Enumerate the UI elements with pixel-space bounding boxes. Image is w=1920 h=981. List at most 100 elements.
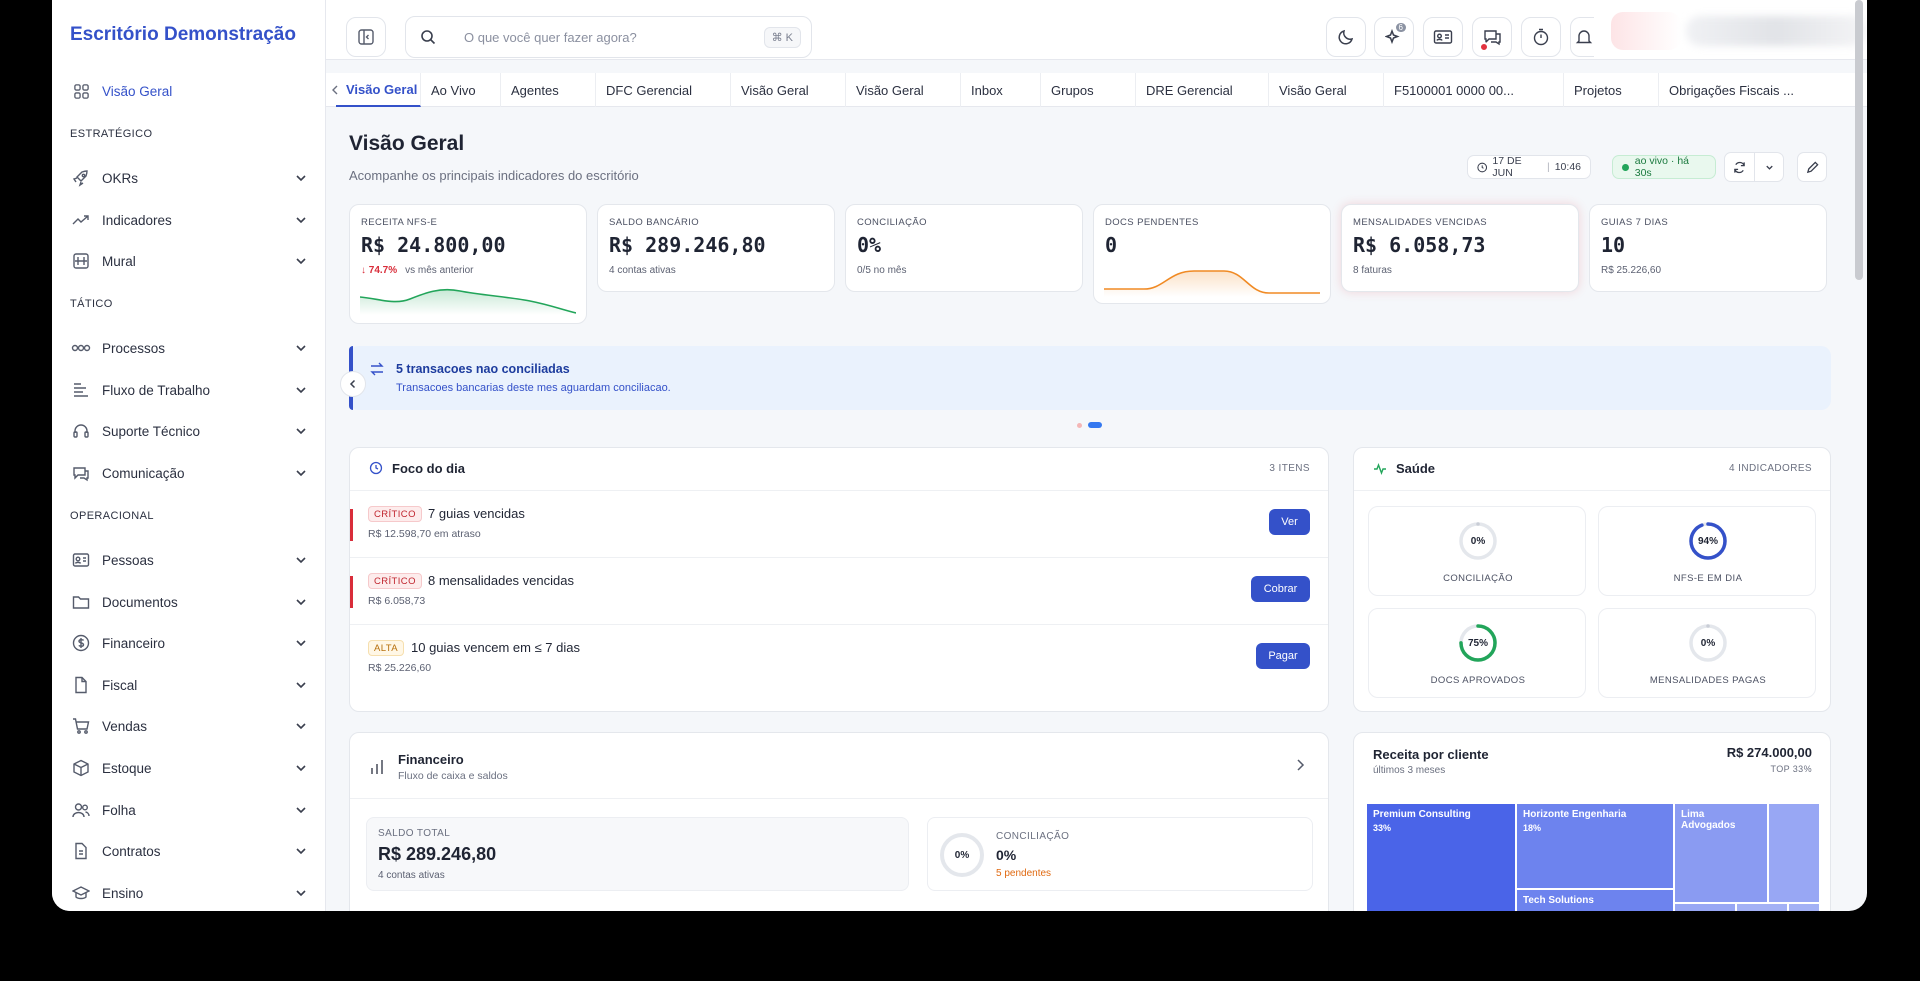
tab-visao-geral-3[interactable]: Visão Geral [846,73,961,107]
health-card-nfse[interactable]: 94% NFS-E EM DIA [1598,506,1816,596]
sidebar-item-label: Mural [102,253,136,269]
sidebar-item-estoque[interactable]: Estoque [70,753,308,783]
kpi-guias-7-dias[interactable]: GUIAS 7 DIAS 10 R$ 25.226,60 [1589,204,1827,292]
kpi-value: R$ 6.058,73 [1353,233,1486,257]
priority-badge: CRÍTICO [368,506,422,522]
clock-icon [1477,162,1488,172]
tab-dre-gerencial[interactable]: DRE Gerencial [1136,73,1269,107]
health-card-docs[interactable]: 75% DOCS APROVADOS [1368,608,1586,698]
messages-button[interactable] [1472,17,1512,57]
swap-icon [370,362,384,376]
tab-f5100001[interactable]: F5100001 0000 00... [1384,73,1564,107]
tab-dfc-gerencial[interactable]: DFC Gerencial [596,73,731,107]
tab-visao-geral-4[interactable]: Visão Geral [1269,73,1384,107]
saldo-label: SALDO TOTAL [378,828,451,839]
treemap-other-4[interactable] [1788,903,1820,911]
moon-icon [1338,29,1354,45]
kpi-mensalidades-vencidas[interactable]: MENSALIDADES VENCIDAS R$ 6.058,73 8 fatu… [1341,204,1579,292]
kpi-conciliacao[interactable]: CONCILIAÇÃO 0% 0/5 no mês [845,204,1083,292]
ring-value: 0% [1470,535,1486,547]
brand-title[interactable]: Escritório Demonstração [70,24,296,46]
sidebar-toggle-button[interactable] [346,17,386,57]
sidebar-item-comunicacao[interactable]: Comunicação [70,458,308,488]
ring-value: 75% [1467,637,1488,649]
treemap-tech-solutions[interactable]: Tech Solutions [1516,889,1674,911]
rocket-icon [70,167,92,189]
sidebar-item-processos[interactable]: Processos [70,333,308,363]
sidebar-item-mural[interactable]: Mural [70,246,308,276]
client-name: Tech Solutions [1523,895,1594,906]
sidebar-item-folha[interactable]: Folha [70,795,308,825]
chat-icon [70,462,92,484]
kpi-sub: 8 faturas [1353,265,1392,276]
tab-obrigacoes-fiscais[interactable]: Obrigações Fiscais ... [1659,73,1819,107]
edit-dashboard-button[interactable] [1797,152,1827,182]
notifications-button[interactable] [1570,17,1594,57]
focus-item[interactable]: CRÍTICO 7 guias vencidas R$ 12.598,70 em… [350,490,1328,556]
carousel-prev-button[interactable] [340,371,366,397]
bell-icon [1575,30,1593,44]
sidebar-item-suporte-tecnico[interactable]: Suporte Técnico [70,416,308,446]
alert-banner[interactable]: 5 transacoes nao conciliadas Transacoes … [349,346,1831,410]
sidebar-item-contratos[interactable]: Contratos [70,836,308,866]
refresh-button[interactable] [1725,153,1755,181]
app-window: Escritório Demonstração Visão Geral ESTR… [52,0,1867,911]
treemap-premium-consulting[interactable]: Premium Consulting 33% [1366,803,1516,911]
chevron-right-icon[interactable] [1294,758,1306,772]
pagar-button[interactable]: Pagar [1256,643,1310,669]
tab-grupos[interactable]: Grupos [1041,73,1136,107]
timer-button[interactable] [1521,17,1561,57]
client-name: Horizonte Engenharia [1523,809,1627,820]
scrollbar[interactable] [1855,0,1863,280]
focus-item[interactable]: CRÍTICO 8 mensalidades vencidas R$ 6.058… [350,557,1328,623]
treemap-lima-advogados[interactable]: Lima Advogados [1674,803,1768,903]
sidebar-item-financeiro[interactable]: Financeiro [70,628,308,658]
health-card-mensalidades[interactable]: 0% MENSALIDADES PAGAS [1598,608,1816,698]
treemap-other-1[interactable] [1768,803,1820,903]
focus-item[interactable]: ALTA 10 guias vencem em ≤ 7 dias R$ 25.2… [350,624,1328,690]
ai-assistant-button[interactable]: 6 [1374,17,1414,57]
tab-projetos[interactable]: Projetos [1564,73,1659,107]
section-operacional: OPERACIONAL [70,510,154,522]
search-icon [421,30,436,45]
sidebar-item-pessoas[interactable]: Pessoas [70,545,308,575]
sidebar-item-documentos[interactable]: Documentos [70,587,308,617]
tab-agentes[interactable]: Agentes [501,73,596,107]
kpi-receita-nfse[interactable]: RECEITA NFS-E R$ 24.800,00 ↓ 74.7% vs mês… [349,204,587,324]
carousel-dot-1[interactable] [1077,423,1082,428]
kpi-label: GUIAS 7 DIAS [1601,217,1669,228]
sidebar-item-fiscal[interactable]: Fiscal [70,670,308,700]
health-card-conciliacao[interactable]: 0% CONCILIAÇÃO [1368,506,1586,596]
banner-title: 5 transacoes nao conciliadas [396,362,570,376]
kpi-saldo-bancario[interactable]: SALDO BANCÁRIO R$ 289.246,80 4 contas at… [597,204,835,292]
carousel-dot-2[interactable] [1088,422,1102,428]
kpi-docs-pendentes[interactable]: DOCS PENDENTES 0 [1093,204,1331,304]
contacts-button[interactable] [1423,17,1463,57]
ver-button[interactable]: Ver [1269,509,1310,535]
treemap-horizonte-engenharia[interactable]: Horizonte Engenharia 18% [1516,803,1674,889]
trend-icon [70,209,92,231]
sidebar-item-okrs[interactable]: OKRs [70,163,308,193]
cobrar-button[interactable]: Cobrar [1251,576,1310,602]
treemap-other-3[interactable] [1736,903,1788,911]
refresh-options-button[interactable] [1755,153,1784,181]
tab-inbox[interactable]: Inbox [961,73,1041,107]
sidebar-item-ensino[interactable]: Ensino [70,878,308,908]
tab-ao-vivo[interactable]: Ao Vivo [421,73,501,107]
tab-visao-geral-2[interactable]: Visão Geral [731,73,846,107]
treemap-other-2[interactable] [1674,903,1736,911]
kpi-value: 10 [1601,233,1626,257]
search-input[interactable]: O que você quer fazer agora? ⌘ K [405,16,812,58]
graduation-cap-icon [70,882,92,904]
financeiro-panel: Financeiro Fluxo de caixa e saldos SALDO… [349,732,1329,911]
conciliacao-card[interactable]: 0% CONCILIAÇÃO 0% 5 pendentes [927,817,1313,891]
sidebar-item-fluxo-de-trabalho[interactable]: Fluxo de Trabalho [70,375,308,405]
chevron-down-icon [296,428,306,435]
sidebar-item-vendas[interactable]: Vendas [70,711,308,741]
tab-visao-geral[interactable]: Visão Geral [336,73,421,107]
sidebar-item-indicadores[interactable]: Indicadores [70,205,308,235]
saldo-total-card[interactable]: SALDO TOTAL R$ 289.246,80 4 contas ativa… [366,817,909,891]
sidebar-item-visao-geral[interactable]: Visão Geral [70,76,308,106]
financeiro-subtitle: Fluxo de caixa e saldos [398,770,508,782]
theme-toggle-button[interactable] [1326,17,1366,57]
